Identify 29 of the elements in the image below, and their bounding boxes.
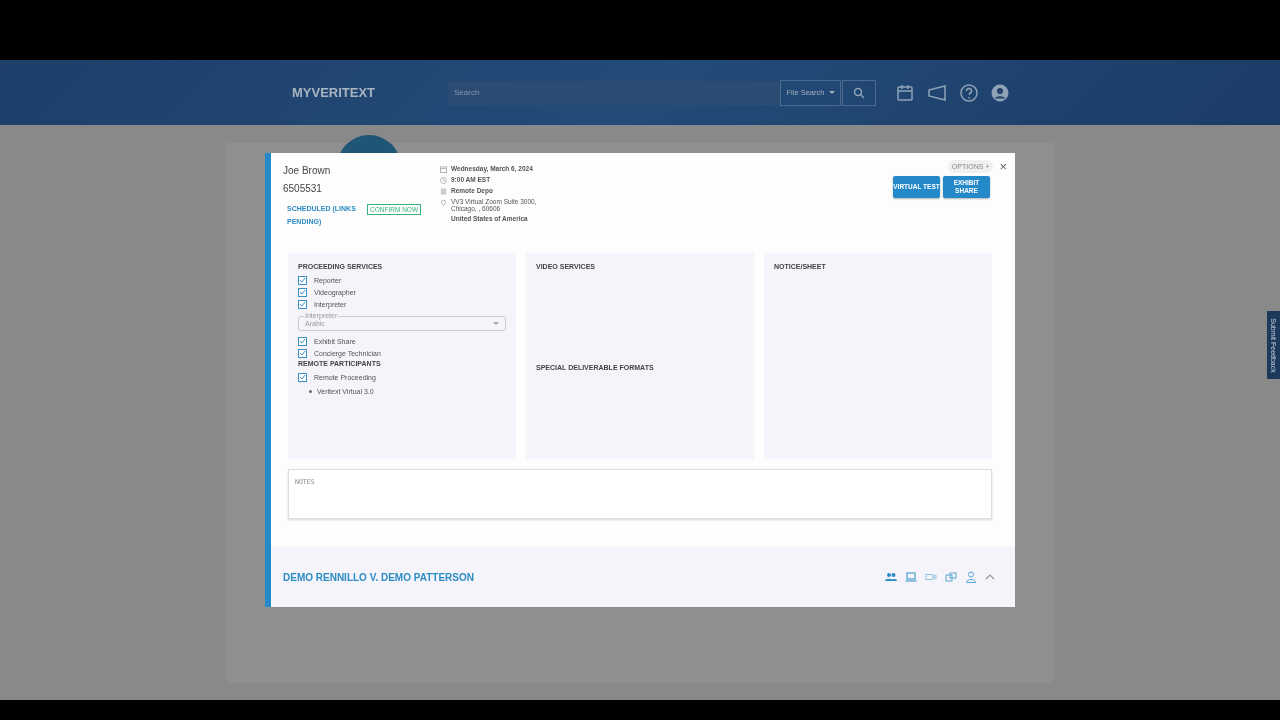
close-button[interactable]: × <box>999 159 1007 174</box>
checkbox[interactable] <box>298 287 307 297</box>
caret-icon <box>493 321 499 326</box>
clock-icon <box>440 177 447 184</box>
checkbox[interactable] <box>298 275 307 285</box>
caret-icon <box>828 91 835 95</box>
user-icon[interactable] <box>991 83 1009 102</box>
case-title[interactable]: DEMO RENNILLO V. DEMO PATTERSON <box>283 571 474 583</box>
job-number: 6505531 <box>283 183 323 194</box>
person-icon[interactable] <box>965 571 977 583</box>
checkbox[interactable] <box>298 336 307 346</box>
logo-text[interactable]: MYVERITEXT <box>292 85 448 100</box>
help-icon[interactable] <box>960 83 978 102</box>
checkbox[interactable] <box>298 372 307 382</box>
collapse-icon[interactable] <box>985 574 995 580</box>
search-button[interactable] <box>842 79 876 106</box>
laptop-icon[interactable] <box>905 572 917 582</box>
checkbox[interactable] <box>298 348 307 358</box>
witness-name: Joe Brown <box>283 165 332 176</box>
location-icon <box>440 199 447 206</box>
gallery-icon[interactable] <box>945 572 957 582</box>
people-icon[interactable] <box>885 572 897 582</box>
calendar-icon[interactable] <box>896 83 914 102</box>
search-field[interactable]: Search <box>448 80 780 105</box>
calendar-icon <box>440 166 447 173</box>
search-icon <box>853 86 865 99</box>
building-icon <box>440 188 447 195</box>
checkbox[interactable] <box>298 299 307 309</box>
megaphone-icon[interactable] <box>927 84 947 101</box>
